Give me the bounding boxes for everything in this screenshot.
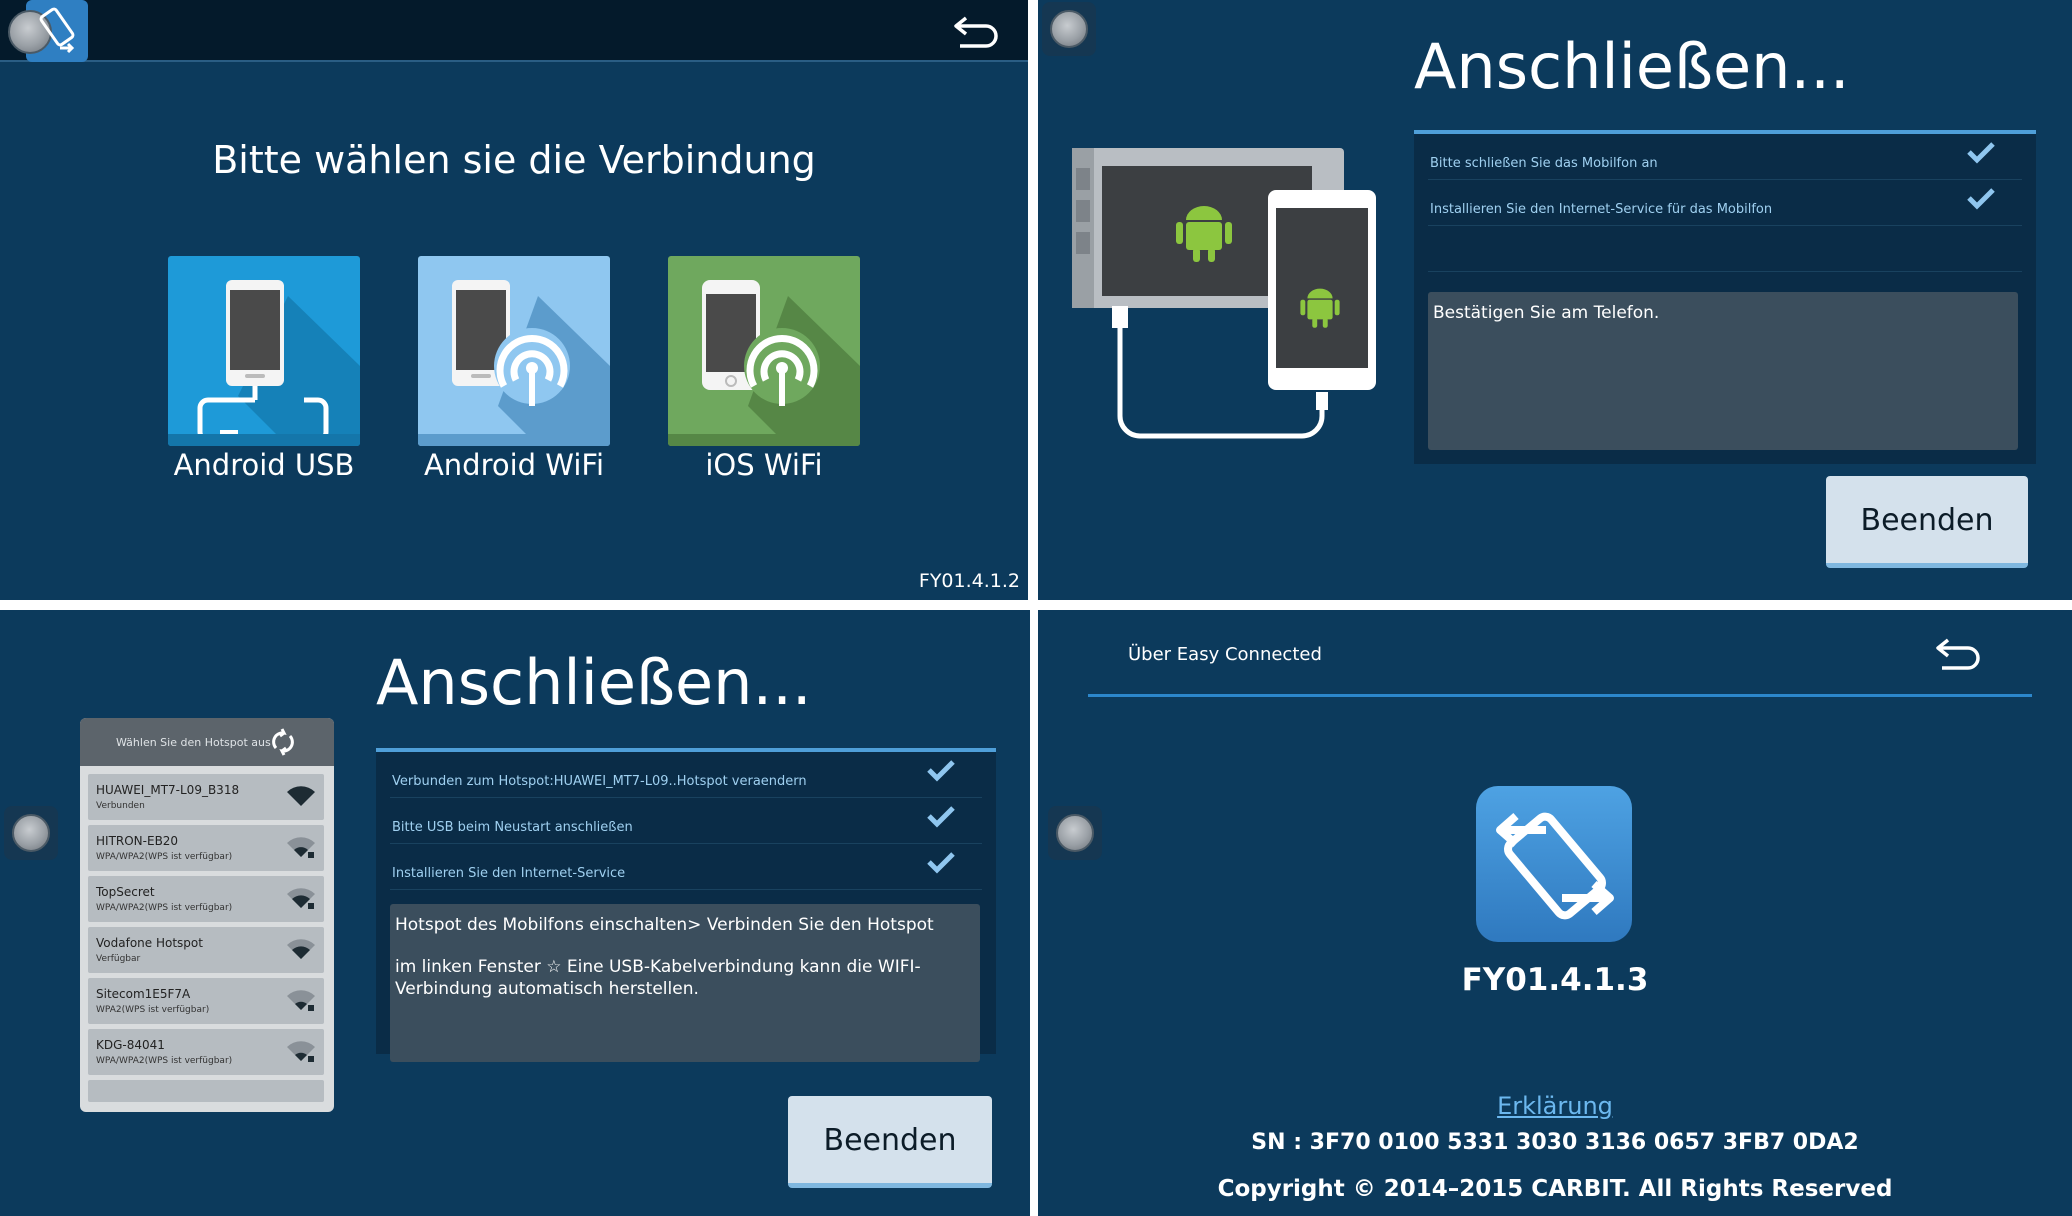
hotspot-item[interactable]: HITRON-EB20 WPA/WPA2(WPS ist verfügbar): [88, 825, 324, 871]
android-usb-tile[interactable]: [168, 256, 360, 446]
connect-steps-box: Bitte schließen Sie das Mobilfon an Inst…: [1414, 130, 2036, 464]
step-row: Bitte USB beim Neustart anschließen: [390, 798, 982, 844]
step-row: Bitte schließen Sie das Mobilfon an: [1428, 134, 2022, 180]
floating-home-button[interactable]: [1042, 2, 1096, 56]
top-bar: [0, 0, 1028, 62]
easy-connected-logo-icon: [1476, 786, 1632, 942]
page-title: Bitte wählen sie die Verbindung: [212, 138, 816, 182]
connect-title: Anschließen...: [1414, 30, 1850, 103]
copyright-text: Copyright © 2014–2015 CARBIT. All Rights…: [1217, 1176, 1893, 1202]
wifi-connect-screen: Wählen Sie den Hotspot aus HUAWEI_MT7-L0…: [0, 610, 1030, 1216]
finish-button[interactable]: Beenden: [788, 1096, 992, 1188]
wifi-locked-icon: [287, 837, 315, 858]
android-wifi-tile[interactable]: [418, 256, 610, 446]
hotspot-item[interactable]: TopSecret WPA/WPA2(WPS ist verfügbar): [88, 876, 324, 922]
checkmark-icon: [927, 760, 955, 782]
back-arrow-icon[interactable]: [1934, 634, 1984, 674]
floating-home-button[interactable]: [4, 806, 58, 860]
floating-home-icon: [12, 814, 50, 852]
explanation-link[interactable]: Erklärung: [1038, 1092, 2072, 1120]
hotspot-item[interactable]: HUAWEI_MT7-L09_B318 Verbunden: [88, 774, 324, 820]
hotspot-item[interactable]: Vodafone Hotspot Verfügbar: [88, 927, 324, 973]
car-phone-usb-illustration: [1072, 148, 1376, 439]
wifi-locked-icon: [287, 990, 315, 1011]
checkmark-icon: [1967, 188, 1995, 210]
step-row: Verbunden zum Hotspot:HUAWEI_MT7-L09..Ho…: [390, 752, 982, 798]
floating-home-icon: [1050, 10, 1088, 48]
hotspot-list-panel: Wählen Sie den Hotspot aus HUAWEI_MT7-L0…: [80, 718, 334, 1112]
step-row: Installieren Sie den Internet-Service fü…: [1428, 180, 2022, 226]
serial-number: SN : 3F70 0100 5331 3030 3136 0657 3FB7 …: [1251, 1130, 1859, 1155]
checkmark-icon: [927, 806, 955, 828]
ios-wifi-label: iOS WiFi: [705, 448, 823, 482]
refresh-icon[interactable]: [270, 728, 296, 756]
app-launcher-icon[interactable]: [8, 0, 88, 62]
status-message: Hotspot des Mobilfons einschalten> Verbi…: [390, 904, 980, 1062]
step-row: [1428, 226, 2022, 272]
about-title: Über Easy Connected: [1128, 644, 1322, 665]
ios-wifi-tile[interactable]: [668, 256, 860, 446]
finish-button[interactable]: Beenden: [1826, 476, 2028, 568]
checkmark-icon: [1967, 142, 1995, 164]
wifi-locked-icon: [287, 888, 315, 909]
status-message: Bestätigen Sie am Telefon.: [1428, 292, 2018, 450]
connect-title: Anschließen...: [376, 646, 812, 719]
back-arrow-icon[interactable]: [952, 12, 1002, 52]
about-screen: Über Easy Connected FY01.4.1.3 Erklärung…: [1038, 610, 2072, 1216]
floating-home-icon: [1056, 814, 1094, 852]
connection-select-screen: Bitte wählen sie die Verbindung Android …: [0, 0, 1028, 600]
connect-steps-box: Verbunden zum Hotspot:HUAWEI_MT7-L09..Ho…: [376, 748, 996, 1062]
floating-home-button[interactable]: [1048, 806, 1102, 860]
hotspot-item[interactable]: Sitecom1E5F7A WPA2(WPS ist verfügbar): [88, 978, 324, 1024]
hotspot-item[interactable]: [88, 1080, 324, 1102]
wifi-signal-icon: [287, 939, 315, 959]
android-usb-connect-screen: Anschließen... Bitte schließen Sie das M…: [1038, 0, 2072, 600]
hotspot-list-header: Wählen Sie den Hotspot aus: [80, 718, 334, 766]
hotspot-item[interactable]: KDG-84041 WPA/WPA2(WPS ist verfügbar): [88, 1029, 324, 1075]
version-label: FY01.4.1.2: [918, 570, 1020, 592]
step-row: Installieren Sie den Internet-Service: [390, 844, 982, 890]
wifi-locked-icon: [287, 1041, 315, 1062]
checkmark-icon: [927, 852, 955, 874]
android-usb-label: Android USB: [173, 448, 355, 482]
header-divider: [1088, 694, 2032, 697]
app-version: FY01.4.1.3: [1461, 962, 1649, 998]
android-wifi-label: Android WiFi: [423, 448, 605, 482]
wifi-signal-icon: [287, 786, 315, 806]
